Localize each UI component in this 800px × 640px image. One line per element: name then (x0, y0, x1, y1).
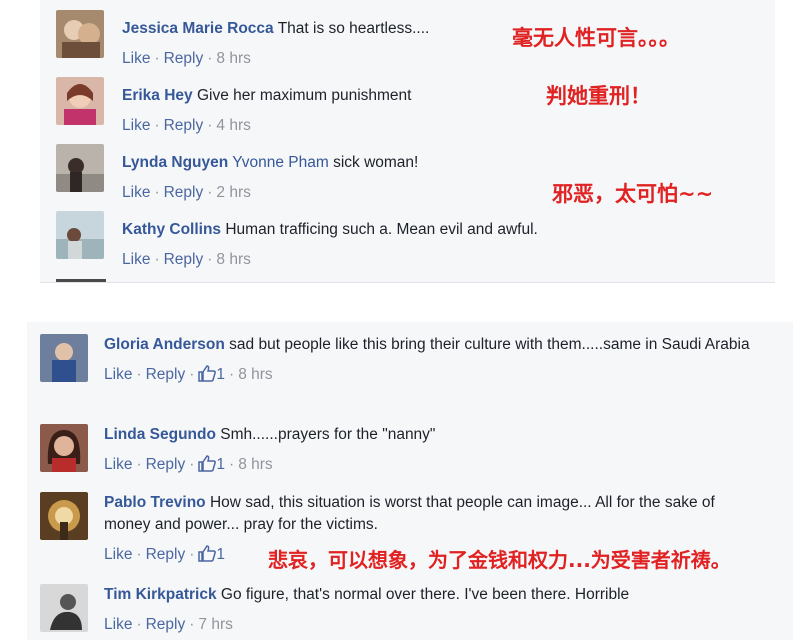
like-count-value: 1 (216, 456, 226, 473)
comment-timestamp[interactable]: 7 hrs (198, 616, 232, 633)
avatar-image (40, 424, 88, 472)
comment-author[interactable]: Gloria Anderson (104, 336, 225, 353)
comment: Linda Segundo Smh......prayers for the "… (27, 412, 793, 480)
avatar-image (56, 211, 104, 259)
like-link[interactable]: Like (122, 117, 150, 134)
like-link[interactable]: Like (104, 616, 132, 633)
comment-timestamp[interactable]: 8 hrs (238, 366, 272, 383)
comment-text: sick woman! (333, 154, 419, 171)
comment-body: Erika Hey Give her maximum punishment Li… (122, 85, 745, 136)
mention-link[interactable]: Yvonne Pham (232, 154, 329, 171)
avatar-image (56, 10, 104, 58)
comment-timestamp[interactable]: 8 hrs (238, 456, 272, 473)
annotation-translation: 悲哀，可以想象，为了金钱和权力...为受害者祈祷。 (268, 548, 731, 572)
avatar[interactable] (56, 211, 104, 259)
comment-timestamp[interactable]: 4 hrs (216, 117, 250, 134)
comment-author[interactable]: Kathy Collins (122, 221, 221, 238)
comment-actions: Like · Reply · 8 hrs (122, 50, 251, 67)
comment: Gloria Anderson sad but people like this… (27, 322, 793, 410)
reply-link[interactable]: Reply (146, 366, 186, 383)
avatar-image (40, 334, 88, 382)
comment-body: Tim Kirkpatrick Go figure, that's normal… (104, 584, 763, 635)
reply-link[interactable]: Reply (164, 251, 204, 268)
reply-link[interactable]: Reply (164, 50, 204, 67)
comment-author[interactable]: Lynda Nguyen (122, 154, 228, 171)
comment-timestamp[interactable]: 8 hrs (216, 251, 250, 268)
thumbs-up-icon (198, 455, 217, 472)
thumbs-up-icon (198, 365, 217, 382)
like-link[interactable]: Like (104, 456, 132, 473)
comment-author[interactable]: Tim Kirkpatrick (104, 586, 217, 603)
avatar-image (56, 77, 104, 125)
thumbs-up-icon (198, 545, 217, 562)
avatar-image (40, 584, 88, 632)
reply-link[interactable]: Reply (146, 456, 186, 473)
comment-actions: Like · Reply · 1 · 8 hrs (104, 455, 273, 473)
comment: Erika Hey Give her maximum punishment Li… (40, 77, 775, 135)
like-count[interactable]: 1 (198, 545, 226, 563)
comment-text: That is so heartless.... (277, 20, 430, 37)
like-count-value: 1 (216, 366, 226, 383)
like-link[interactable]: Like (122, 184, 150, 201)
avatar[interactable] (56, 77, 104, 125)
annotation-translation: 邪恶，太可怕~~ (552, 182, 714, 206)
avatar[interactable] (40, 424, 88, 472)
like-link[interactable]: Like (122, 50, 150, 67)
like-count[interactable]: 1 (198, 365, 226, 383)
comment-text: sad but people like this bring their cul… (229, 336, 750, 353)
comment-actions: Like · Reply · 7 hrs (104, 616, 233, 633)
avatar[interactable] (40, 492, 88, 540)
comment-actions: Like · Reply · 8 hrs (122, 251, 251, 268)
comment: Tim Kirkpatrick Go figure, that's normal… (27, 572, 793, 640)
annotation-translation: 判她重刑！ (546, 84, 651, 108)
comment-timestamp[interactable]: 2 hrs (216, 184, 250, 201)
comment-body: Gloria Anderson sad but people like this… (104, 334, 763, 385)
avatar[interactable] (40, 584, 88, 632)
annotation-translation: 毫无人性可言。。。 (512, 26, 680, 50)
like-link[interactable]: Like (104, 366, 132, 383)
comment-actions: Like · Reply · 4 hrs (122, 117, 251, 134)
like-count-value: 1 (216, 546, 226, 563)
avatar[interactable] (56, 144, 104, 192)
avatar-image (56, 144, 104, 192)
like-link[interactable]: Like (104, 546, 132, 563)
like-link[interactable]: Like (122, 251, 150, 268)
reply-link[interactable]: Reply (146, 546, 186, 563)
comment: Kathy Collins Human trafficing such a. M… (40, 211, 775, 269)
like-count[interactable]: 1 (198, 455, 226, 473)
avatar-image (40, 492, 88, 540)
comment-author[interactable]: Pablo Trevino (104, 494, 206, 511)
comment-timestamp[interactable]: 8 hrs (216, 50, 250, 67)
divider (56, 279, 106, 282)
comment-text: Give her maximum punishment (196, 87, 412, 104)
comment-body: Linda Segundo Smh......prayers for the "… (104, 424, 763, 475)
comment-author[interactable]: Linda Segundo (104, 426, 216, 443)
reply-link[interactable]: Reply (164, 117, 204, 134)
reply-link[interactable]: Reply (146, 616, 186, 633)
comment-text: Smh......prayers for the "nanny" (220, 426, 436, 443)
reply-link[interactable]: Reply (164, 184, 204, 201)
comments-panel-bottom: Gloria Anderson sad but people like this… (27, 322, 793, 640)
avatar[interactable] (40, 334, 88, 382)
comment-text: Human trafficing such a. Mean evil and a… (225, 221, 538, 238)
comment-actions: Like · Reply · 1 · 8 hrs (104, 365, 273, 383)
comment-author[interactable]: Jessica Marie Rocca (122, 20, 274, 37)
comment-author[interactable]: Erika Hey (122, 87, 193, 104)
comment-text: Go figure, that's normal over there. I'v… (220, 586, 630, 603)
comment-body: Kathy Collins Human trafficing such a. M… (122, 219, 745, 270)
avatar[interactable] (56, 10, 104, 58)
